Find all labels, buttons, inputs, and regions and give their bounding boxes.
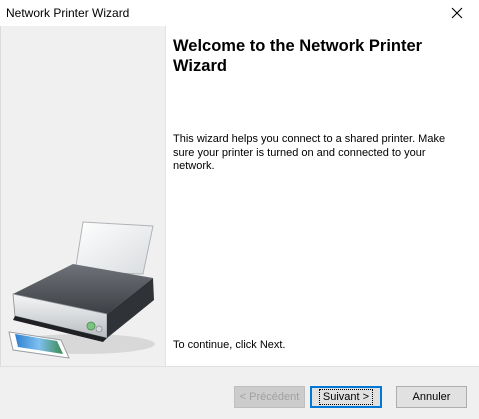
next-button[interactable]: Suivant > <box>310 386 382 408</box>
back-button[interactable]: < Précédent <box>234 386 305 408</box>
close-button[interactable] <box>435 0 479 26</box>
button-bar: < Précédent Suivant > Annuler <box>0 366 479 419</box>
printer-illustration <box>8 221 155 359</box>
wizard-page: Welcome to the Network Printer Wizard Th… <box>0 26 479 366</box>
cancel-button[interactable]: Annuler <box>396 386 467 408</box>
close-icon <box>451 7 463 19</box>
side-panel <box>1 26 166 366</box>
cancel-button-label: Annuler <box>412 391 451 403</box>
description-text: This wizard helps you connect to a share… <box>173 133 446 172</box>
title-bar: Network Printer Wizard <box>0 0 479 26</box>
welcome-content: Welcome to the Network Printer Wizard Th… <box>173 26 473 366</box>
next-button-label: Suivant > <box>318 389 374 405</box>
back-button-label: < Précédent <box>239 391 300 403</box>
continue-instruction: To continue, click Next. <box>173 339 286 351</box>
page-title: Welcome to the Network Printer Wizard <box>173 37 423 75</box>
window-title: Network Printer Wizard <box>6 6 130 20</box>
